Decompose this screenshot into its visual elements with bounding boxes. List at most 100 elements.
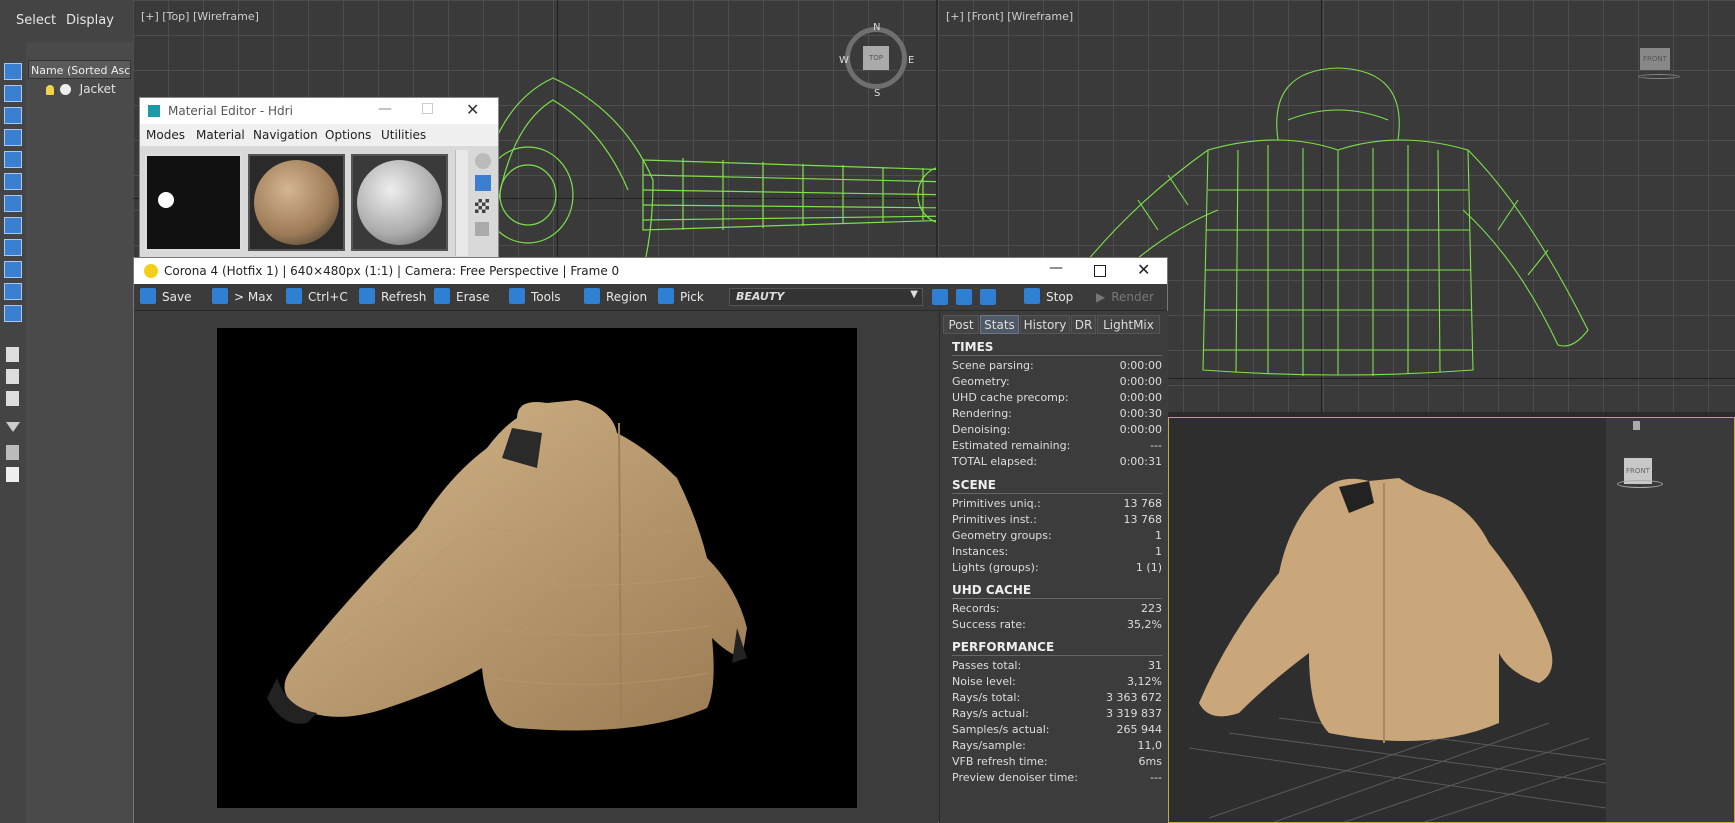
material-editor-titlebar[interactable]: Material Editor - Hdri — ✕ — [140, 98, 498, 124]
filter-settings-icon[interactable] — [6, 445, 19, 460]
tab-lightmix[interactable]: LightMix — [1097, 315, 1160, 334]
to-max-button[interactable]: > Max — [212, 288, 273, 306]
display-objects-icon[interactable] — [4, 63, 22, 80]
compass-e: E — [908, 55, 915, 66]
sample-type-icon[interactable] — [475, 153, 491, 169]
display-xrefs-icon[interactable] — [4, 217, 22, 234]
explorer-item[interactable]: Jacket — [46, 82, 116, 98]
stat-row: Instances: 1 — [952, 545, 1162, 558]
material-editor-window: Material Editor - Hdri — ✕ Modes Materia… — [139, 97, 499, 259]
menu-display[interactable]: Display — [66, 13, 114, 28]
save-button[interactable]: Save — [140, 288, 191, 306]
erase-button[interactable]: Erase — [434, 288, 490, 306]
minimize-button[interactable]: — — [1049, 260, 1063, 276]
object-icon — [59, 84, 71, 95]
stat-row: Noise level: 3,12% — [952, 675, 1162, 688]
explorer-item-label: Jacket — [79, 82, 116, 96]
display-shapes-icon[interactable] — [4, 85, 22, 102]
copy-button[interactable]: Ctrl+C — [286, 288, 348, 306]
tab-stats[interactable]: Stats — [980, 315, 1019, 334]
document-icon[interactable] — [6, 369, 19, 384]
uv-tiling-icon[interactable] — [475, 222, 489, 236]
close-button[interactable]: ✕ — [466, 100, 479, 119]
window-title: Corona 4 (Hotfix 1) | 640×480px (1:1) | … — [164, 264, 620, 278]
viewcube[interactable]: FRONT — [1640, 48, 1670, 70]
display-lights-icon[interactable] — [4, 107, 22, 124]
viewcube-ring[interactable] — [1638, 74, 1680, 79]
scene-explorer — [26, 42, 133, 823]
tab-post[interactable]: Post — [943, 315, 979, 334]
stat-row: Primitives inst.: 13 768 — [952, 513, 1162, 526]
viewport-label[interactable]: [+] [Front] [Wireframe] — [946, 10, 1073, 23]
slot-scrollbar[interactable] — [455, 150, 468, 256]
stop-button[interactable]: Stop — [1024, 288, 1073, 306]
zoom-out-icon[interactable] — [956, 289, 972, 305]
stat-row: Geometry groups: 1 — [952, 529, 1162, 542]
stat-row: Passes total: 31 — [952, 659, 1162, 672]
render-channel-select[interactable]: BEAUTY ▼ — [729, 288, 923, 306]
tab-dr[interactable]: DR — [1071, 315, 1096, 334]
minimize-button[interactable]: — — [378, 101, 392, 117]
material-slot-hdri[interactable] — [145, 154, 242, 251]
section-scene: SCENE — [952, 478, 996, 492]
menu-navigation[interactable]: Navigation — [253, 128, 318, 142]
home-icon[interactable] — [1633, 421, 1640, 430]
explorer-toolbar — [0, 42, 26, 823]
display-hidden-icon[interactable] — [4, 305, 22, 322]
material-slot-default[interactable] — [351, 154, 448, 251]
section-performance: PERFORMANCE — [952, 640, 1055, 654]
chevron-down-icon: ▼ — [910, 289, 918, 300]
render-canvas-area[interactable] — [134, 311, 938, 823]
window-title: Material Editor - Hdri — [168, 104, 293, 118]
menu-utilities[interactable]: Utilities — [381, 128, 426, 142]
backlight-icon[interactable] — [475, 175, 491, 191]
display-spacewarps-icon[interactable] — [4, 173, 22, 190]
display-bones-icon[interactable] — [4, 239, 22, 256]
maximize-button[interactable] — [422, 103, 433, 114]
stat-row: Preview denoiser time: --- — [952, 771, 1162, 784]
viewport-perspective[interactable]: FRONT — [1168, 417, 1735, 823]
region-button[interactable]: Region — [584, 288, 647, 306]
material-slot-fabric[interactable] — [248, 154, 345, 251]
maximize-button[interactable] — [1094, 265, 1106, 277]
stat-row: Records: 223 — [952, 602, 1162, 615]
display-groups-icon[interactable] — [4, 195, 22, 212]
document-icon[interactable] — [6, 347, 19, 362]
render-button[interactable]: ▶ Render — [1096, 288, 1154, 306]
filter-icon[interactable] — [6, 422, 20, 432]
menu-select[interactable]: Select — [16, 13, 56, 28]
menu-modes[interactable]: Modes — [146, 128, 185, 142]
stat-row: Success rate: 35,2% — [952, 618, 1162, 631]
display-frozen-icon[interactable] — [4, 283, 22, 300]
tab-history[interactable]: History — [1020, 315, 1070, 334]
zoom-fit-icon[interactable] — [980, 289, 996, 305]
menu-options[interactable]: Options — [325, 128, 371, 142]
section-times: TIMES — [952, 340, 994, 354]
play-icon: ▶ — [1096, 290, 1106, 304]
corona-titlebar[interactable]: Corona 4 (Hotfix 1) | 640×480px (1:1) | … — [134, 258, 1167, 284]
tools-button[interactable]: Tools — [509, 288, 561, 306]
lightbulb-icon[interactable] — [46, 84, 54, 95]
stat-row: Rays/sample: 11,0 — [952, 739, 1162, 752]
stat-row: Scene parsing: 0:00:00 — [952, 359, 1162, 372]
viewcube[interactable]: TOP — [863, 46, 889, 70]
document-icon[interactable] — [6, 391, 19, 406]
corona-toolbar: Save > Max Ctrl+C Refresh Erase Tools Re… — [134, 284, 1167, 311]
zoom-in-icon[interactable] — [932, 289, 948, 305]
display-containers-icon[interactable] — [4, 261, 22, 278]
explorer-column-header[interactable]: Name (Sorted Ascending) — [28, 60, 131, 79]
viewport-label[interactable]: [+] [Top] [Wireframe] — [141, 10, 259, 23]
compass-w: W — [839, 55, 849, 66]
display-cameras-icon[interactable] — [4, 129, 22, 146]
viewcube-ring[interactable] — [1617, 480, 1663, 488]
layer-icon[interactable] — [6, 467, 19, 482]
background-checker-icon[interactable] — [475, 199, 489, 213]
refresh-button[interactable]: Refresh — [359, 288, 426, 306]
gear-icon — [509, 288, 525, 304]
section-uhd-cache: UHD CACHE — [952, 583, 1032, 597]
pick-button[interactable]: Pick — [658, 288, 704, 306]
menu-material[interactable]: Material — [196, 128, 245, 142]
close-button[interactable]: ✕ — [1137, 260, 1150, 279]
display-helpers-icon[interactable] — [4, 151, 22, 168]
compass-s: S — [874, 88, 881, 99]
